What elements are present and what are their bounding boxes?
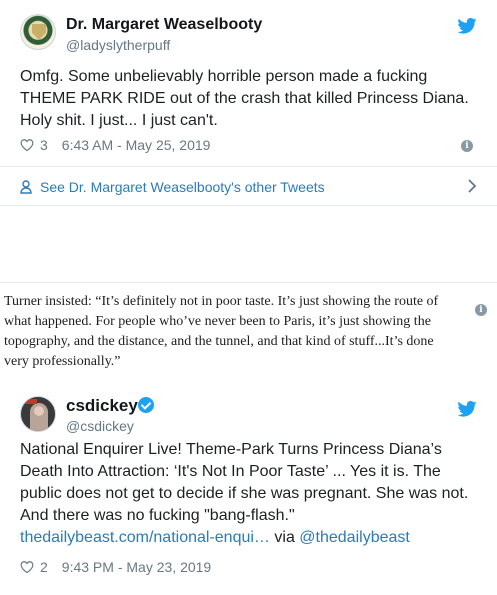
via-handle-link[interactable]: @thedailybeast bbox=[299, 529, 410, 546]
user-handle[interactable]: @csdickey bbox=[66, 418, 134, 434]
profile-photo bbox=[30, 403, 48, 431]
tweet-text: Omfg. Some unbelievably horrible person … bbox=[20, 68, 469, 129]
tweet-card-1: Dr. Margaret Weaselbooty @ladyslytherpuf… bbox=[0, 0, 497, 206]
like-count[interactable]: 3 bbox=[40, 137, 48, 153]
via-label: via bbox=[274, 529, 295, 546]
display-name[interactable]: csdickey bbox=[66, 396, 138, 416]
heart-icon[interactable] bbox=[20, 560, 34, 574]
tweet-meta: 3 6:43 AM - May 25, 2019 bbox=[20, 137, 210, 153]
chevron-right-icon bbox=[468, 179, 477, 193]
divider bbox=[0, 166, 497, 167]
like-count[interactable]: 2 bbox=[40, 559, 48, 575]
avatar[interactable] bbox=[20, 14, 56, 50]
avatar[interactable] bbox=[20, 396, 56, 432]
tweet-text: National Enquirer Live! Theme-Park Turns… bbox=[20, 439, 479, 549]
twitter-bird-icon[interactable] bbox=[457, 18, 477, 34]
see-other-tweets-link[interactable]: See Dr. Margaret Weaselbooty's other Twe… bbox=[20, 177, 477, 197]
house-crest-icon bbox=[32, 24, 46, 40]
user-handle[interactable]: @ladyslytherpuff bbox=[66, 37, 170, 53]
verified-badge-icon bbox=[138, 397, 154, 413]
divider bbox=[0, 282, 497, 283]
person-icon bbox=[20, 180, 32, 194]
timestamp[interactable]: 9:43 PM - May 23, 2019 bbox=[62, 559, 211, 575]
timestamp[interactable]: 6:43 AM - May 25, 2019 bbox=[62, 137, 211, 153]
tweet-card-2: csdickey @csdickey National Enquirer Liv… bbox=[0, 383, 497, 595]
see-other-tweets-label: See Dr. Margaret Weaselbooty's other Twe… bbox=[40, 179, 325, 195]
info-icon[interactable]: i bbox=[461, 140, 473, 152]
article-quote: Turner insisted: “It’s definitely not in… bbox=[4, 294, 439, 369]
twitter-bird-icon[interactable] bbox=[457, 401, 477, 417]
heart-icon[interactable] bbox=[20, 138, 34, 152]
info-icon[interactable]: i bbox=[475, 304, 487, 316]
tweet-meta: 2 9:43 PM - May 23, 2019 bbox=[20, 559, 211, 575]
display-name[interactable]: Dr. Margaret Weaselbooty bbox=[66, 16, 262, 34]
photo-label bbox=[23, 399, 37, 404]
article-link[interactable]: thedailybeast.com/national-enqui… bbox=[20, 529, 270, 546]
tweet-body: National Enquirer Live! Theme-Park Turns… bbox=[20, 441, 469, 524]
